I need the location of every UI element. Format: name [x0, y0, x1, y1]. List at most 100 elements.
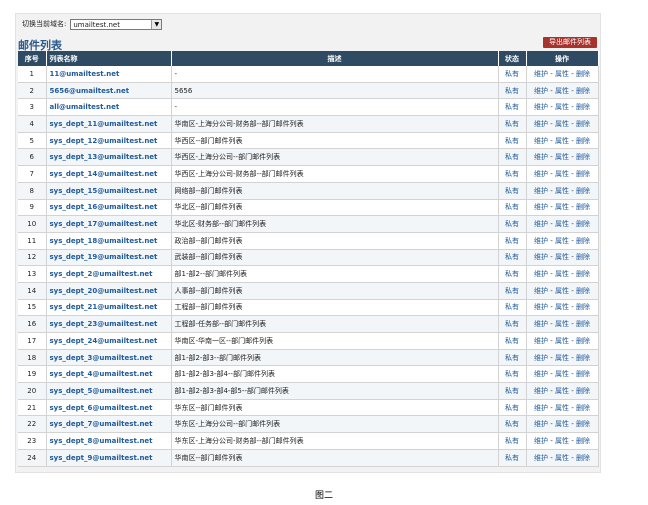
maintain-link[interactable]: 维护	[534, 103, 548, 111]
delete-link[interactable]: 删除	[576, 220, 590, 228]
maintain-link[interactable]: 维护	[534, 437, 548, 445]
maintain-link[interactable]: 维护	[534, 187, 548, 195]
maintain-link[interactable]: 维护	[534, 387, 548, 395]
delete-link[interactable]: 删除	[576, 187, 590, 195]
properties-link[interactable]: 属性	[555, 70, 569, 78]
maintain-link[interactable]: 维护	[534, 253, 548, 261]
delete-link[interactable]: 删除	[576, 137, 590, 145]
domain-select[interactable]: umailtest.net ▼	[70, 18, 163, 30]
properties-link[interactable]: 属性	[555, 187, 569, 195]
delete-link[interactable]: 删除	[576, 103, 590, 111]
list-name-link[interactable]: 11@umailtest.net	[46, 66, 172, 83]
delete-link[interactable]: 删除	[576, 203, 590, 211]
properties-link[interactable]: 属性	[555, 253, 569, 261]
list-name-link[interactable]: sys_dept_6@umailtest.net	[46, 399, 172, 417]
maintain-link[interactable]: 维护	[534, 220, 548, 228]
properties-link[interactable]: 属性	[555, 287, 569, 295]
list-name-link[interactable]: sys_dept_20@umailtest.net	[46, 282, 172, 300]
maintain-link[interactable]: 维护	[534, 404, 548, 412]
maintain-link[interactable]: 维护	[534, 303, 548, 311]
properties-link[interactable]: 属性	[555, 203, 569, 211]
maintain-link[interactable]: 维护	[534, 120, 548, 128]
row-actions: 维护 - 属性 - 删除	[526, 382, 599, 400]
properties-link[interactable]: 属性	[555, 103, 569, 111]
list-name-link[interactable]: sys_dept_21@umailtest.net	[46, 299, 172, 317]
delete-link[interactable]: 删除	[576, 370, 590, 378]
properties-link[interactable]: 属性	[555, 320, 569, 328]
delete-link[interactable]: 删除	[576, 337, 590, 345]
list-name-link[interactable]: sys_dept_2@umailtest.net	[46, 265, 172, 283]
list-name-link[interactable]: 5656@umailtest.net	[46, 82, 172, 100]
delete-link[interactable]: 删除	[576, 454, 590, 462]
maintain-link[interactable]: 维护	[534, 320, 548, 328]
properties-link[interactable]: 属性	[555, 454, 569, 462]
list-name-link[interactable]: all@umailtest.net	[46, 98, 172, 117]
delete-link[interactable]: 删除	[576, 354, 590, 362]
properties-link[interactable]: 属性	[555, 120, 569, 128]
properties-link[interactable]: 属性	[555, 270, 569, 278]
properties-link[interactable]: 属性	[555, 303, 569, 311]
list-name-link[interactable]: sys_dept_3@umailtest.net	[46, 349, 172, 367]
list-name-link[interactable]: sys_dept_19@umailtest.net	[46, 249, 172, 267]
export-list-button[interactable]: 导出邮件列表	[543, 37, 597, 48]
delete-link[interactable]: 删除	[576, 253, 590, 261]
delete-link[interactable]: 删除	[576, 404, 590, 412]
maintain-link[interactable]: 维护	[534, 203, 548, 211]
maintain-link[interactable]: 维护	[534, 137, 548, 145]
properties-link[interactable]: 属性	[555, 354, 569, 362]
list-name-link[interactable]: sys_dept_13@umailtest.net	[46, 148, 172, 167]
maintain-link[interactable]: 维护	[534, 454, 548, 462]
maintain-link[interactable]: 维护	[534, 370, 548, 378]
list-name-link[interactable]: sys_dept_8@umailtest.net	[46, 432, 172, 450]
properties-link[interactable]: 属性	[555, 137, 569, 145]
delete-link[interactable]: 删除	[576, 87, 590, 95]
maintain-link[interactable]: 维护	[534, 87, 548, 95]
properties-link[interactable]: 属性	[555, 420, 569, 428]
properties-link[interactable]: 属性	[555, 237, 569, 245]
list-name-link[interactable]: sys_dept_17@umailtest.net	[46, 215, 172, 233]
properties-link[interactable]: 属性	[555, 220, 569, 228]
list-name-link[interactable]: sys_dept_7@umailtest.net	[46, 415, 172, 434]
delete-link[interactable]: 删除	[576, 303, 590, 311]
delete-link[interactable]: 删除	[576, 420, 590, 428]
maintain-link[interactable]: 维护	[534, 70, 548, 78]
maintain-link[interactable]: 维护	[534, 270, 548, 278]
list-name-link[interactable]: sys_dept_11@umailtest.net	[46, 115, 172, 133]
list-name-link[interactable]: sys_dept_9@umailtest.net	[46, 449, 172, 467]
maintain-link[interactable]: 维护	[534, 337, 548, 345]
list-name-link[interactable]: sys_dept_18@umailtest.net	[46, 232, 172, 250]
delete-link[interactable]: 删除	[576, 320, 590, 328]
delete-link[interactable]: 删除	[576, 387, 590, 395]
list-name-link[interactable]: sys_dept_15@umailtest.net	[46, 182, 172, 200]
list-name-link[interactable]: sys_dept_12@umailtest.net	[46, 132, 172, 150]
delete-link[interactable]: 删除	[576, 70, 590, 78]
properties-link[interactable]: 属性	[555, 153, 569, 161]
delete-link[interactable]: 删除	[576, 170, 590, 178]
delete-link[interactable]: 删除	[576, 437, 590, 445]
delete-link[interactable]: 删除	[576, 237, 590, 245]
properties-link[interactable]: 属性	[555, 387, 569, 395]
properties-link[interactable]: 属性	[555, 337, 569, 345]
maintain-link[interactable]: 维护	[534, 354, 548, 362]
properties-link[interactable]: 属性	[555, 437, 569, 445]
delete-link[interactable]: 删除	[576, 287, 590, 295]
properties-link[interactable]: 属性	[555, 87, 569, 95]
properties-link[interactable]: 属性	[555, 370, 569, 378]
delete-link[interactable]: 删除	[576, 153, 590, 161]
list-name-link[interactable]: sys_dept_14@umailtest.net	[46, 165, 172, 183]
maintain-link[interactable]: 维护	[534, 237, 548, 245]
properties-link[interactable]: 属性	[555, 404, 569, 412]
chevron-down-icon[interactable]: ▼	[151, 19, 162, 29]
delete-link[interactable]: 删除	[576, 270, 590, 278]
list-name-link[interactable]: sys_dept_24@umailtest.net	[46, 332, 172, 350]
list-name-link[interactable]: sys_dept_23@umailtest.net	[46, 315, 172, 333]
list-name-link[interactable]: sys_dept_5@umailtest.net	[46, 382, 172, 400]
delete-link[interactable]: 删除	[576, 120, 590, 128]
list-name-link[interactable]: sys_dept_4@umailtest.net	[46, 365, 172, 384]
maintain-link[interactable]: 维护	[534, 287, 548, 295]
maintain-link[interactable]: 维护	[534, 420, 548, 428]
properties-link[interactable]: 属性	[555, 170, 569, 178]
maintain-link[interactable]: 维护	[534, 153, 548, 161]
list-name-link[interactable]: sys_dept_16@umailtest.net	[46, 199, 172, 217]
maintain-link[interactable]: 维护	[534, 170, 548, 178]
